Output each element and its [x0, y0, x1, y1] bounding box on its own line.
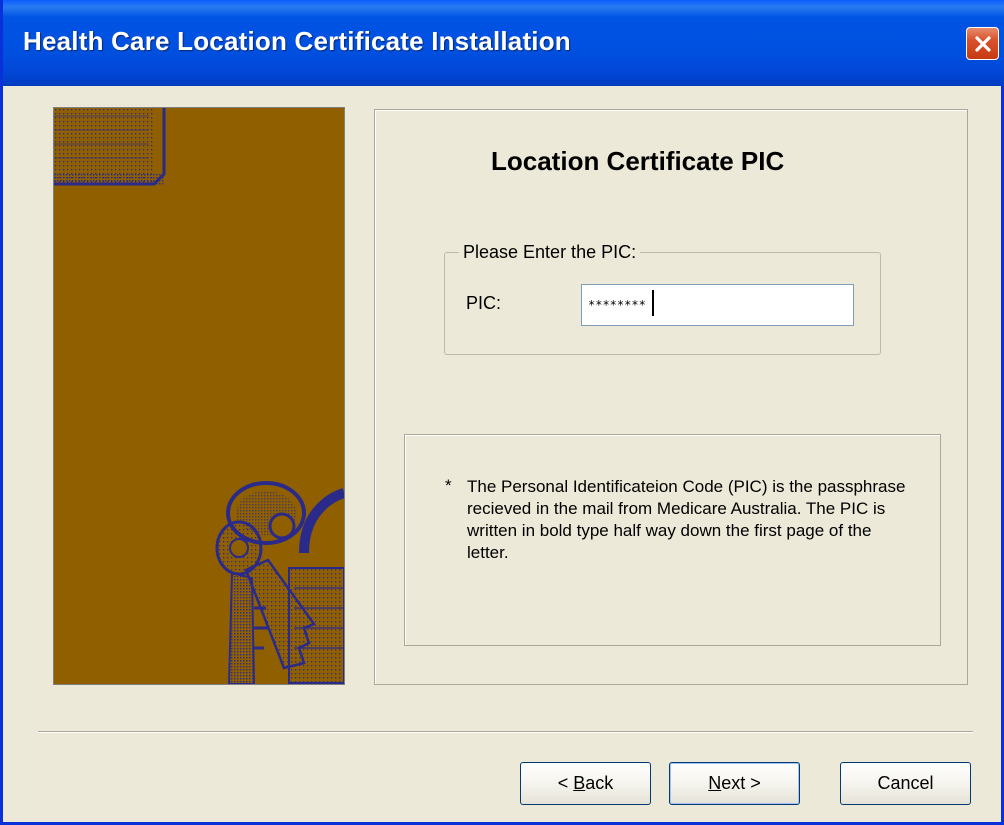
document-corner-icon [54, 108, 166, 186]
info-note-text: The Personal Identificateion Code (PIC) … [467, 477, 906, 562]
pic-label: PIC: [466, 293, 502, 313]
cancel-button[interactable]: Cancel [840, 762, 971, 805]
back-button-prefix: < [557, 773, 574, 793]
next-button-rest: ext > [721, 773, 761, 793]
next-button-mnemonic: N [708, 773, 722, 793]
back-button-rest: ack [585, 773, 614, 793]
pic-input[interactable] [581, 284, 854, 326]
page-heading: Location Certificate PIC [491, 146, 785, 176]
padlock-and-keys-illustration [54, 108, 344, 684]
title-bar[interactable]: Health Care Location Certificate Install… [3, 0, 1004, 86]
window-title: Health Care Location Certificate Install… [23, 26, 571, 56]
wizard-side-image [53, 107, 345, 685]
note-bullet: * [445, 476, 452, 495]
button-separator [38, 731, 973, 733]
next-button[interactable]: Next > [669, 762, 800, 805]
pic-groupbox-legend: Please Enter the PIC: [459, 242, 641, 263]
back-button-mnemonic: B [573, 773, 586, 793]
close-icon [974, 35, 991, 52]
close-button[interactable] [966, 27, 999, 60]
back-button[interactable]: < Back [520, 762, 651, 805]
wizard-window: Health Care Location Certificate Install… [0, 0, 1004, 825]
text-caret [652, 290, 654, 316]
